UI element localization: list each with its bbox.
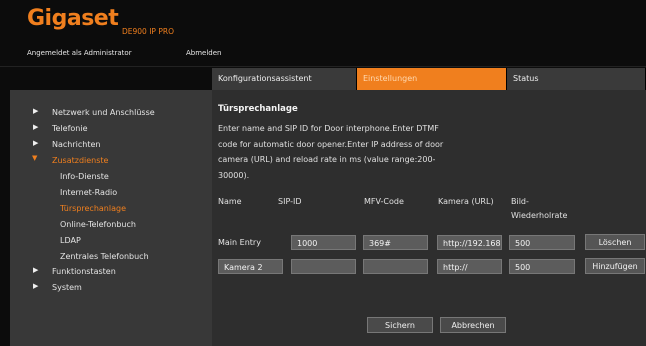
sidebar-item-nachrichten[interactable]: Nachrichten — [52, 140, 100, 149]
logout-link[interactable]: Abmelden — [186, 49, 222, 57]
sidebar-item-online-telefonbuch[interactable]: Online-Telefonbuch — [60, 220, 136, 229]
chevron-right-icon[interactable]: ▶ — [33, 139, 38, 147]
sidebar-item-internet-radio[interactable]: Internet-Radio — [60, 188, 117, 197]
brand-logo: Gigaset — [27, 6, 119, 31]
chevron-right-icon[interactable]: ▶ — [33, 123, 38, 131]
name-field[interactable]: Kamera 2 — [218, 259, 283, 274]
reload-rate-field[interactable]: 500 — [509, 259, 575, 274]
delete-button[interactable]: Löschen — [585, 234, 645, 250]
logged-in-status: Angemeldet als Administrator — [27, 49, 132, 57]
sidebar-item-telefonie[interactable]: Telefonie — [52, 124, 88, 133]
column-header-kamera-url: Kamera (URL) — [438, 197, 494, 206]
tab-einstellungen[interactable]: Einstellungen — [357, 68, 507, 90]
column-header-sip-id: SIP-ID — [278, 197, 302, 206]
model-label: DE900 IP PRO — [122, 27, 174, 36]
tab-konfigurationsassistent[interactable]: Konfigurationsassistent — [212, 68, 357, 90]
sidebar-item-zusatzdienste[interactable]: Zusatzdienste — [52, 156, 108, 165]
sidebar-item-tuersprechanlage[interactable]: Türsprechanlage — [60, 204, 126, 213]
sip-id-field[interactable] — [291, 259, 356, 274]
sidebar-item-netzwerk[interactable]: Netzwerk und Anschlüsse — [52, 108, 155, 117]
add-button[interactable]: Hinzufügen — [585, 258, 645, 274]
sidebar-item-ldap[interactable]: LDAP — [60, 236, 81, 245]
mfv-code-field[interactable] — [363, 259, 428, 274]
column-header-name: Name — [218, 197, 242, 206]
chevron-down-icon[interactable]: ▼ — [32, 154, 37, 162]
sidebar-item-info-dienste[interactable]: Info-Dienste — [60, 172, 109, 181]
camera-url-field[interactable]: http:// — [437, 259, 502, 274]
mfv-code-field[interactable]: 369# — [363, 235, 428, 250]
sidebar-item-zentrales-telefonbuch[interactable]: Zentrales Telefonbuch — [60, 252, 149, 261]
chevron-right-icon[interactable]: ▶ — [33, 107, 38, 115]
column-header-mfv-code: MFV-Code — [364, 197, 404, 206]
sidebar-nav — [10, 90, 212, 346]
reload-rate-field[interactable]: 500 — [509, 235, 575, 250]
column-header-bild-wiederholrate: Bild-Wiederholrate — [511, 197, 568, 220]
camera-url-field[interactable]: http://192.168. — [437, 235, 502, 250]
sidebar-item-system[interactable]: System — [52, 283, 82, 292]
page-title: Türsprechanlage — [218, 104, 298, 114]
save-button[interactable]: Sichern — [367, 317, 433, 333]
cancel-button[interactable]: Abbrechen — [440, 317, 506, 333]
entry-name-label: Main Entry — [218, 238, 261, 247]
chevron-right-icon[interactable]: ▶ — [33, 266, 38, 274]
chevron-right-icon[interactable]: ▶ — [33, 282, 38, 290]
page-description: Enter name and SIP ID for Door interphon… — [218, 124, 444, 180]
sip-id-field[interactable]: 1000 — [291, 235, 356, 250]
sidebar-item-funktionstasten[interactable]: Funktionstasten — [52, 267, 116, 276]
tab-status[interactable]: Status — [507, 68, 646, 90]
